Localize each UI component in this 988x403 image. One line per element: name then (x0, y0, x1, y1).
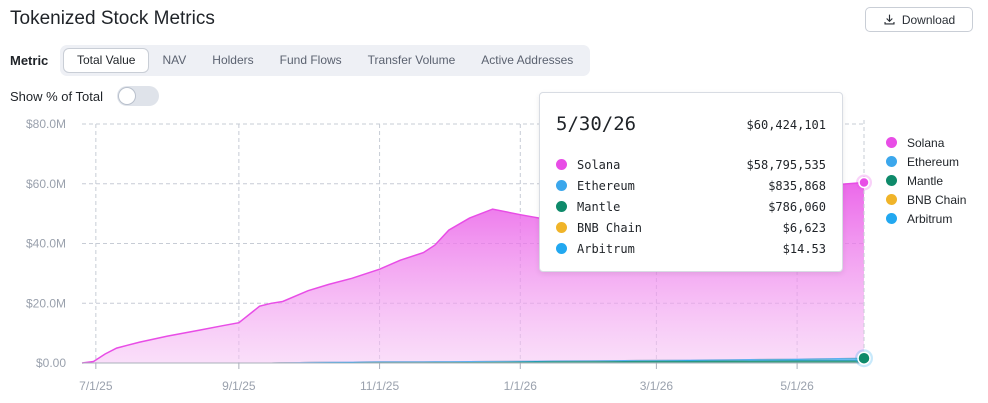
tooltip-swatch (556, 159, 567, 170)
x-tick-label: 5/1/26 (780, 379, 814, 393)
legend-swatch (886, 175, 897, 186)
tooltip-total: $60,424,101 (746, 118, 826, 132)
y-tick-label: $0.00 (36, 356, 66, 370)
legend-label: Solana (907, 135, 945, 150)
tooltip-swatch (556, 222, 567, 233)
tooltip-row: Solana $58,795,535 (556, 154, 826, 175)
tooltip-date: 5/30/26 (556, 113, 637, 135)
tooltip-series-value: $835,868 (768, 178, 826, 193)
tooltip-swatch (556, 243, 567, 254)
x-tick-label: 3/1/26 (640, 379, 674, 393)
tooltip-series-name: Arbitrum (577, 241, 635, 256)
legend-label: Arbitrum (907, 211, 953, 226)
y-tick-label: $60.0M (26, 177, 66, 191)
tooltip-series-value: $58,795,535 (746, 157, 826, 172)
legend-label: BNB Chain (907, 192, 967, 207)
legend-label: Ethereum (907, 154, 960, 169)
tooltip-row: Arbitrum $14.53 (556, 238, 826, 259)
x-tick-label: 1/1/26 (504, 379, 538, 393)
y-tick-label: $20.0M (26, 296, 66, 310)
legend-item-solana[interactable]: Solana (886, 133, 966, 152)
tooltip-series-name: Mantle (577, 199, 621, 214)
tooltip-series-value: $786,060 (768, 199, 826, 214)
legend-item-bnb-chain[interactable]: BNB Chain (886, 190, 966, 209)
legend-swatch (886, 156, 897, 167)
tooltip-row: BNB Chain $6,623 (556, 217, 826, 238)
y-tick-label: $80.0M (26, 117, 66, 131)
legend-swatch (886, 213, 897, 224)
tooltip-swatch (556, 180, 567, 191)
tooltip-series-name: Ethereum (577, 178, 635, 193)
x-tick-label: 11/1/25 (360, 379, 399, 393)
x-tick-label: 9/1/25 (222, 379, 256, 393)
tooltip-row: Mantle $786,060 (556, 196, 826, 217)
tooltip-series-name: BNB Chain (577, 220, 643, 235)
legend-item-arbitrum[interactable]: Arbitrum (886, 209, 966, 228)
legend-item-ethereum[interactable]: Ethereum (886, 152, 966, 171)
y-tick-label: $40.0M (26, 237, 66, 251)
legend-item-mantle[interactable]: Mantle (886, 171, 966, 190)
tooltip-swatch (556, 201, 567, 212)
chart-tooltip: 5/30/26 $60,424,101 Solana $58,795,535 E… (539, 92, 843, 272)
hover-point-solana (858, 176, 870, 189)
legend-swatch (886, 194, 897, 205)
tooltip-row: Ethereum $835,868 (556, 175, 826, 196)
legend: Solana Ethereum Mantle BNB Chain Arbitru… (886, 133, 966, 228)
x-tick-label: 7/1/25 (79, 379, 113, 393)
legend-label: Mantle (907, 173, 944, 188)
tooltip-series-name: Solana (577, 157, 621, 172)
legend-swatch (886, 137, 897, 148)
tooltip-series-value: $14.53 (782, 241, 826, 256)
hover-point-stack (857, 351, 871, 365)
tooltip-series-value: $6,623 (782, 220, 826, 235)
